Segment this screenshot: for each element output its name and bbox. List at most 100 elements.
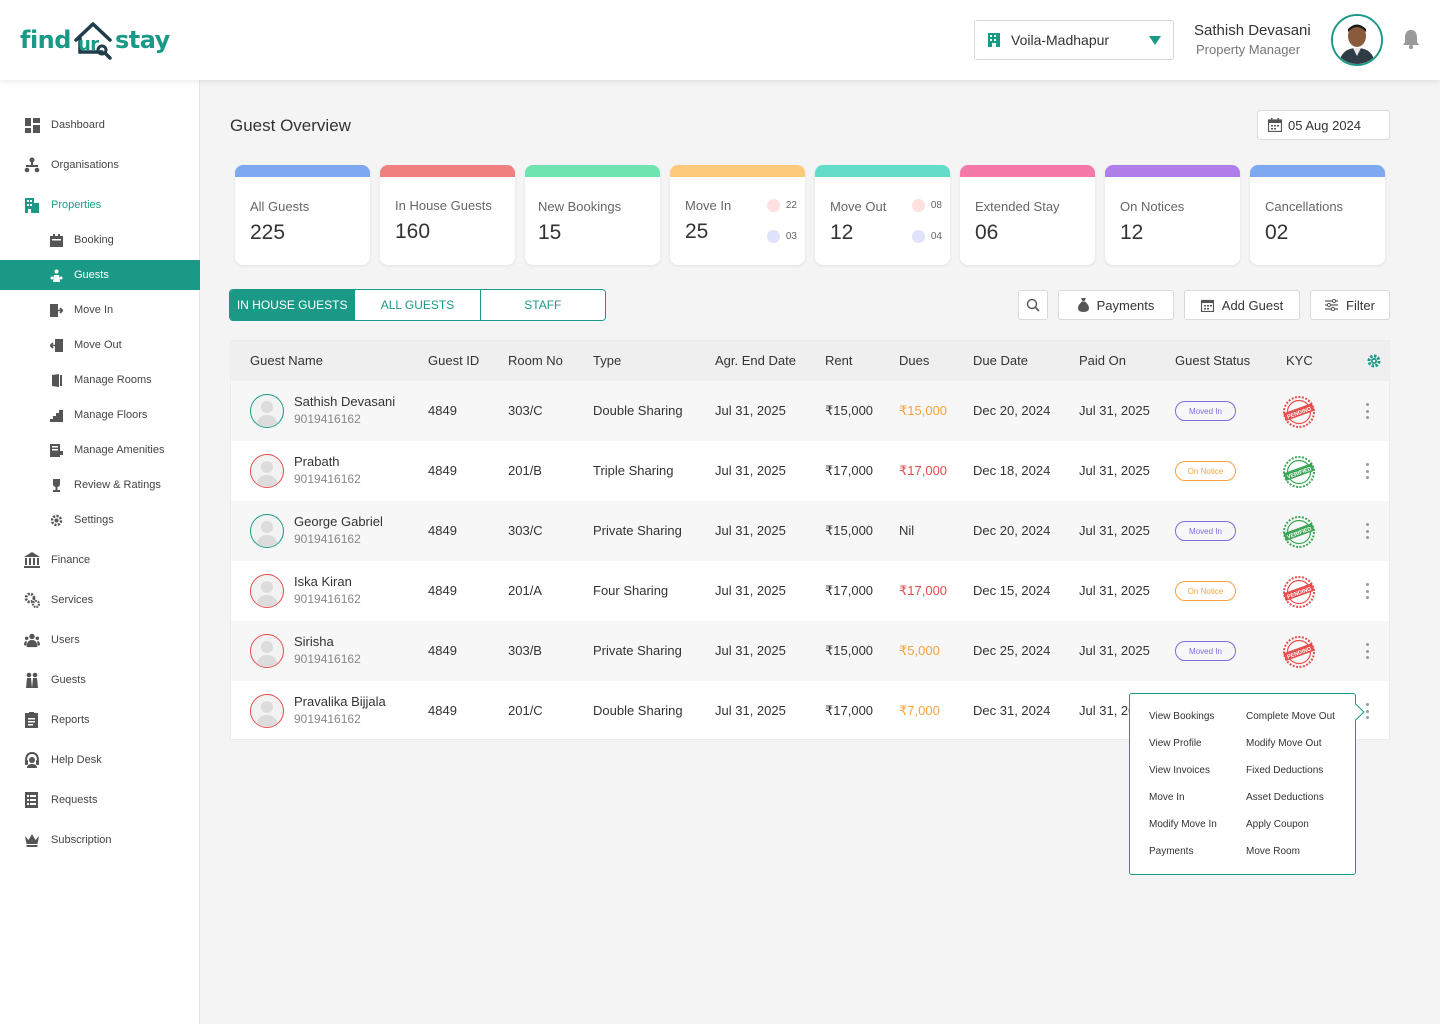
sidebar-item-guests-main[interactable]: Guests [0, 665, 200, 695]
bell-icon[interactable] [1401, 28, 1421, 50]
menu-item[interactable]: Apply Coupon [1246, 819, 1309, 830]
sliders-icon [1325, 299, 1339, 311]
sidebar-item-move-out[interactable]: Move Out [0, 330, 200, 360]
guest-avatar[interactable] [250, 694, 284, 728]
stat-card-on-notices[interactable]: On Notices 12 [1105, 165, 1240, 265]
guest-name[interactable]: Sathish Devasani [294, 394, 395, 409]
guest-id: 4849 [428, 703, 457, 718]
property-select[interactable]: Voila-Madhapur [974, 20, 1174, 60]
sidebar-item-requests[interactable]: Requests [0, 785, 200, 815]
sidebar-item-manage-floors[interactable]: Manage Floors [0, 400, 200, 430]
menu-item[interactable]: Modify Move Out [1246, 738, 1322, 749]
guest-avatar[interactable] [250, 514, 284, 548]
guest-name[interactable]: Sirisha [294, 634, 334, 649]
sidebar-item-settings[interactable]: Settings [0, 505, 200, 535]
user-avatar[interactable] [1331, 14, 1383, 66]
guest-name[interactable]: Prabath [294, 454, 340, 469]
column-header[interactable]: Paid On [1079, 353, 1126, 368]
menu-item[interactable]: View Bookings [1149, 711, 1214, 722]
stat-card-move-in[interactable]: Move In 25 22 03 [670, 165, 805, 265]
more-options-icon[interactable] [1366, 403, 1370, 419]
column-header[interactable]: Room No [508, 353, 563, 368]
requests-icon [24, 792, 40, 808]
status-badge: On Notice [1175, 461, 1236, 481]
sidebar-item-help-desk[interactable]: Help Desk [0, 745, 200, 775]
column-header[interactable]: Guest ID [428, 353, 479, 368]
stat-card-extended-stay[interactable]: Extended Stay 06 [960, 165, 1095, 265]
column-header[interactable]: Rent [825, 353, 852, 368]
sidebar-item-booking[interactable]: Booking [0, 225, 200, 255]
guest-avatar[interactable] [250, 574, 284, 608]
sidebar-item-label: Subscription [51, 834, 112, 846]
column-header[interactable]: Type [593, 353, 621, 368]
table-row[interactable]: Iska Kiran 9019416162 4849 201/A Four Sharin… [231, 561, 1389, 621]
sidebar-item-users[interactable]: Users [0, 625, 200, 655]
sidebar-item-dashboard[interactable]: Dashboard [0, 110, 200, 140]
sidebar-item-manage-rooms[interactable]: Manage Rooms [0, 365, 200, 395]
add-guest-button[interactable]: Add Guest [1184, 290, 1300, 320]
menu-item[interactable]: Complete Move Out [1246, 711, 1335, 722]
guest-id: 4849 [428, 403, 457, 418]
guest-avatar[interactable] [250, 394, 284, 428]
headset-icon [24, 752, 40, 768]
menu-item[interactable]: Asset Deductions [1246, 792, 1324, 803]
sidebar-item-reports[interactable]: Reports [0, 705, 200, 735]
menu-item[interactable]: Move Room [1246, 846, 1300, 857]
menu-item[interactable]: Payments [1149, 846, 1193, 857]
column-header[interactable]: Guest Name [250, 353, 323, 368]
date-picker[interactable]: 05 Aug 2024 [1257, 110, 1390, 140]
sidebar-item-finance[interactable]: Finance [0, 545, 200, 575]
stat-card-cancellations[interactable]: Cancellations 02 [1250, 165, 1385, 265]
column-header[interactable]: Guest Status [1175, 353, 1250, 368]
guest-name[interactable]: Pravalika Bijjala [294, 694, 386, 709]
sidebar-item-guests[interactable]: Guests [0, 260, 200, 290]
sidebar-item-move-in[interactable]: Move In [0, 295, 200, 325]
menu-item[interactable]: Move In [1149, 792, 1185, 803]
guest-avatar[interactable] [250, 454, 284, 488]
more-options-icon[interactable] [1366, 523, 1370, 539]
stat-card-move-out[interactable]: Move Out 12 08 04 [815, 165, 950, 265]
due-date: Dec 18, 2024 [973, 463, 1051, 478]
guest-name[interactable]: Iska Kiran [294, 574, 352, 589]
stat-card-in-house-guests[interactable]: In House Guests 160 [380, 165, 515, 265]
more-options-icon[interactable] [1366, 703, 1370, 719]
services-icon [24, 592, 40, 608]
stat-card-new-bookings[interactable]: New Bookings 15 [525, 165, 660, 265]
payments-button[interactable]: Payments [1058, 290, 1174, 320]
sidebar-item-services[interactable]: Services [0, 585, 200, 615]
menu-item[interactable]: Fixed Deductions [1246, 765, 1323, 776]
sidebar-item-properties[interactable]: Properties [0, 190, 200, 220]
sidebar-item-manage-amenities[interactable]: Manage Amenities [0, 435, 200, 465]
menu-item[interactable]: View Profile [1149, 738, 1202, 749]
guest-tabs: IN HOUSE GUESTS ALL GUESTS STAFF [229, 289, 606, 321]
sidebar-item-label: Booking [74, 234, 114, 246]
column-header[interactable]: Dues [899, 353, 929, 368]
search-button[interactable] [1018, 290, 1048, 320]
table-row[interactable]: Sathish Devasani 9019416162 4849 303/C Doubl… [231, 381, 1389, 441]
tab-all-guests[interactable]: ALL GUESTS [355, 290, 481, 320]
app-logo[interactable]: find ur stay [20, 18, 170, 62]
table-row[interactable]: Prabath 9019416162 4849 201/B Triple Sharing… [231, 441, 1389, 501]
more-options-icon[interactable] [1366, 463, 1370, 479]
sidebar-item-subscription[interactable]: Subscription [0, 825, 200, 855]
column-header[interactable]: Agr. End Date [715, 353, 796, 368]
more-options-icon[interactable] [1366, 583, 1370, 599]
tab-in-house-guests[interactable]: IN HOUSE GUESTS [230, 290, 356, 320]
tab-staff[interactable]: STAFF [480, 290, 605, 320]
filter-button[interactable]: Filter [1310, 290, 1390, 320]
stat-card-all-guests[interactable]: All Guests 225 [235, 165, 370, 265]
guest-avatar[interactable] [250, 634, 284, 668]
guest-name[interactable]: George Gabriel [294, 514, 383, 529]
column-header[interactable]: Due Date [973, 353, 1028, 368]
menu-item[interactable]: View Invoices [1149, 765, 1210, 776]
chevron-down-icon [1149, 36, 1161, 45]
sidebar-item-organisations[interactable]: Organisations [0, 150, 200, 180]
more-options-icon[interactable] [1366, 643, 1370, 659]
table-row[interactable]: Sirisha 9019416162 4849 303/B Private Sharin… [231, 621, 1389, 681]
gear-icon[interactable] [1367, 354, 1381, 368]
table-row[interactable]: George Gabriel 9019416162 4849 303/C Private… [231, 501, 1389, 561]
sidebar-item-label: Move Out [74, 339, 122, 351]
column-header[interactable]: KYC [1286, 353, 1313, 368]
menu-item[interactable]: Modify Move In [1149, 819, 1217, 830]
sidebar-item-review-ratings[interactable]: Review & Ratings [0, 470, 200, 500]
